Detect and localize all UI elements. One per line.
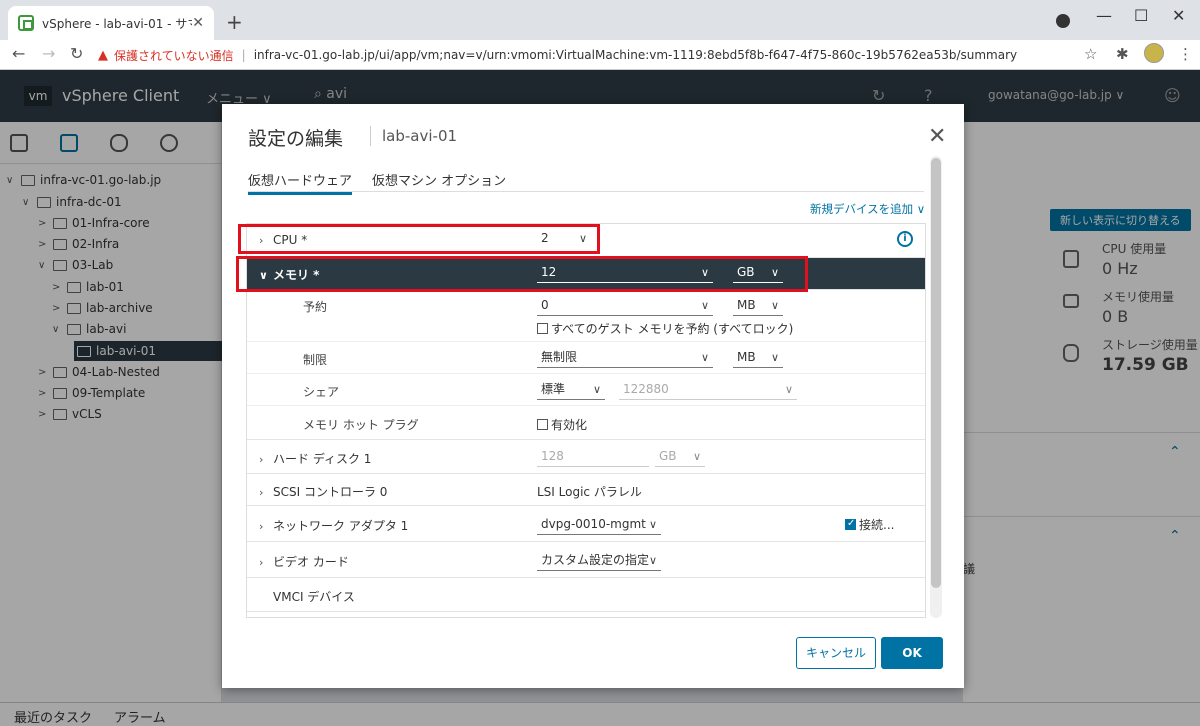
reserve-all-memory-checkbox[interactable]: すべてのゲスト メモリを予約 (すべてロック) xyxy=(537,320,793,337)
checkbox-icon xyxy=(537,419,548,430)
bookmark-star-icon[interactable]: ☆ xyxy=(1084,45,1097,63)
tab-vm-options[interactable]: 仮想マシン オプション xyxy=(372,170,506,189)
reservation-input[interactable]: 0 ∨ xyxy=(537,296,713,316)
limit-unit-select[interactable]: MB ∨ xyxy=(733,348,783,368)
profile-icon[interactable] xyxy=(1056,14,1070,28)
chevron-down-icon: ∨ xyxy=(592,383,601,396)
network-select[interactable]: dvpg-0010-mgmt ∨ xyxy=(537,515,661,535)
network-adapter-row[interactable]: ›ネットワーク アダプタ 1 dvpg-0010-mgmt∨ 接続... xyxy=(247,506,925,542)
hard-disk-row[interactable]: › ハード ディスク 1 128 GB ∨ xyxy=(247,440,925,474)
network-connect-checkbox[interactable]: 接続... xyxy=(845,516,894,533)
network-label: › ネットワーク アダプタ 1 xyxy=(259,519,409,533)
expand-chevron-icon[interactable]: › xyxy=(259,520,273,533)
expand-chevron-icon[interactable]: › xyxy=(259,453,273,466)
close-tab-icon[interactable]: ✕ xyxy=(192,15,204,31)
checkbox-icon xyxy=(537,323,548,334)
minimize-icon[interactable]: — xyxy=(1096,6,1112,25)
scrollbar-thumb[interactable] xyxy=(931,158,941,588)
shares-label: シェア xyxy=(303,385,340,399)
warning-icon: ▲ xyxy=(98,47,108,63)
forward-icon[interactable]: → xyxy=(42,44,55,63)
shares-number-input[interactable]: 122880 ∨ xyxy=(619,380,797,400)
window-close-icon[interactable]: ✕ xyxy=(1172,6,1185,25)
memory-reservation-row: 予約 0 ∨ MB ∨ すべてのゲスト メモリを予約 (すべてロック) xyxy=(247,290,925,342)
video-label: › ビデオ カード xyxy=(259,555,349,569)
maximize-icon[interactable]: ☐ xyxy=(1134,6,1148,25)
disk-size-input[interactable]: 128 xyxy=(537,447,649,467)
scsi-label: › SCSI コントローラ 0 xyxy=(259,485,388,499)
limit-label: 制限 xyxy=(303,353,328,367)
chevron-down-icon: ∨ xyxy=(648,518,657,531)
ok-button[interactable]: OK xyxy=(881,637,943,669)
expand-chevron-icon[interactable]: › xyxy=(259,486,273,499)
user-avatar[interactable] xyxy=(1144,43,1164,63)
reservation-unit-select[interactable]: MB ∨ xyxy=(733,296,783,316)
chevron-down-icon: ∨ xyxy=(700,351,709,364)
memory-hotplug-row: メモリ ホット プラグ 有効化 xyxy=(247,406,925,440)
memory-highlight-box xyxy=(236,256,808,292)
hard-disk-label: › ハード ディスク 1 xyxy=(259,452,372,466)
checkbox-checked-icon xyxy=(845,518,856,530)
browser-menu-icon[interactable]: ⋮ xyxy=(1178,45,1193,63)
url-field[interactable]: ▲ 保護されていない通信 | infra-vc-01.go-lab.jp/ui/… xyxy=(98,43,1098,67)
title-divider xyxy=(370,126,371,146)
close-dialog-icon[interactable]: ✕ xyxy=(928,124,946,149)
chevron-down-icon: ∨ xyxy=(648,554,657,567)
extensions-icon[interactable]: ✱ xyxy=(1116,45,1129,63)
vm-name: lab-avi-01 xyxy=(382,127,458,145)
chevron-down-icon: ∨ xyxy=(784,383,793,396)
limit-input[interactable]: 無制限 ∨ xyxy=(537,348,713,368)
vsphere-favicon-icon xyxy=(18,15,34,31)
info-icon[interactable]: i xyxy=(897,231,913,247)
chevron-down-icon: ∨ xyxy=(770,299,779,312)
browser-tab-bar: vSphere - lab-avi-01 - サマリ ✕ + — ☐ ✕ xyxy=(0,0,1200,40)
security-warning[interactable]: 保護されていない通信 xyxy=(114,47,234,64)
video-card-row[interactable]: › ビデオ カード カスタム設定の指定 ∨ xyxy=(247,542,925,578)
chevron-down-icon: ∨ xyxy=(700,299,709,312)
hotplug-label: メモリ ホット プラグ xyxy=(303,418,419,432)
scsi-type-value: LSI Logic パラレル xyxy=(537,485,642,499)
hotplug-enable-checkbox[interactable]: 有効化 xyxy=(537,416,587,433)
disk-unit-select[interactable]: GB ∨ xyxy=(655,447,705,467)
chevron-down-icon: ∨ xyxy=(692,450,701,463)
cpu-highlight-box xyxy=(238,224,600,254)
tab-virtual-hardware[interactable]: 仮想ハードウェア xyxy=(248,170,353,195)
scsi-controller-row[interactable]: › SCSI コントローラ 0 LSI Logic パラレル xyxy=(247,474,925,506)
back-icon[interactable]: ← xyxy=(12,44,25,63)
browser-tab[interactable]: vSphere - lab-avi-01 - サマリ ✕ xyxy=(8,6,214,40)
reservation-label: 予約 xyxy=(303,300,328,314)
chevron-down-icon: ∨ xyxy=(770,351,779,364)
url-divider: | xyxy=(241,48,246,62)
new-tab-button[interactable]: + xyxy=(226,10,243,34)
dialog-tabs: 仮想ハードウェア 仮想マシン オプション xyxy=(248,166,924,195)
tab-title: vSphere - lab-avi-01 - サマリ xyxy=(42,16,192,31)
memory-limit-row: 制限 無制限 ∨ MB ∨ xyxy=(247,342,925,374)
shares-level-select[interactable]: 標準 ∨ xyxy=(537,380,605,400)
video-settings-select[interactable]: カスタム設定の指定 ∨ xyxy=(537,551,661,571)
vmci-label: VMCI デバイス xyxy=(273,590,355,604)
vmci-device-row[interactable]: VMCI デバイス xyxy=(247,578,925,612)
edit-settings-dialog: 設定の編集 lab-avi-01 ✕ 仮想ハードウェア 仮想マシン オプション … xyxy=(222,104,964,688)
memory-shares-row: シェア 標準 ∨ 122880 ∨ xyxy=(247,374,925,406)
cancel-button[interactable]: キャンセル xyxy=(796,637,876,669)
url-text: infra-vc-01.go-lab.jp/ui/app/vm;nav=v/ur… xyxy=(253,48,1018,62)
address-bar: ← → ↻ ▲ 保護されていない通信 | infra-vc-01.go-lab.… xyxy=(0,40,1200,70)
dialog-scrollbar[interactable] xyxy=(930,156,942,618)
expand-chevron-icon[interactable]: › xyxy=(259,556,273,569)
dialog-title: 設定の編集 xyxy=(248,128,344,150)
reload-icon[interactable]: ↻ xyxy=(70,44,83,63)
add-new-device-button[interactable]: 新規デバイスを追加 ∨ xyxy=(810,201,925,217)
